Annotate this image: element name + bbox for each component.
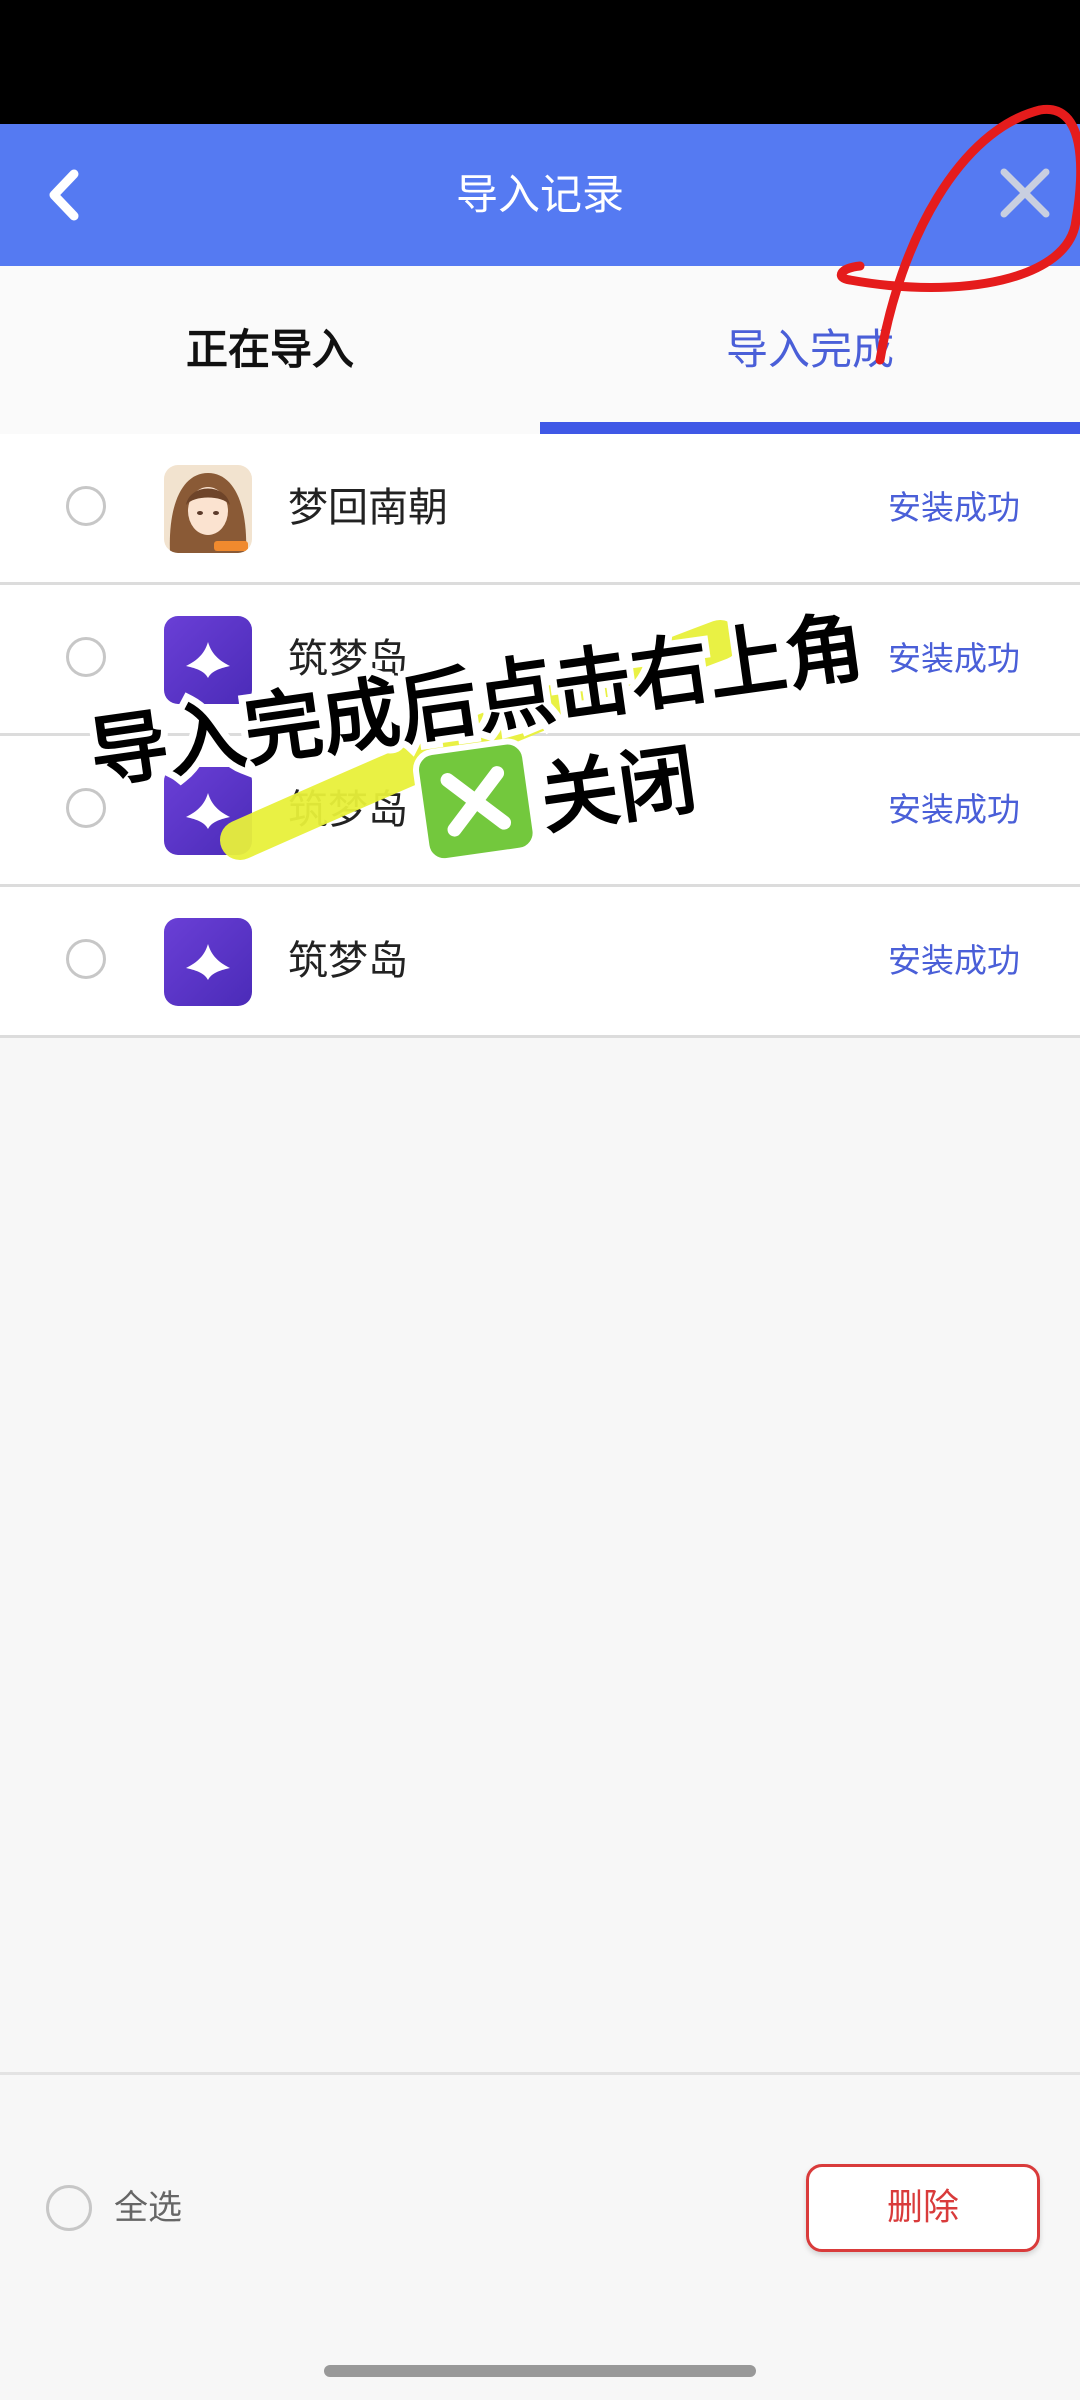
list-item[interactable]: 筑梦岛 安装成功 xyxy=(0,585,1080,736)
footer-divider xyxy=(0,2072,1080,2075)
list-item[interactable]: 筑梦岛 安装成功 xyxy=(0,887,1080,1038)
import-record-list: 梦回南朝 安装成功 筑梦岛 安装成功 筑梦岛 安装成功 筑梦岛 安装成功 xyxy=(0,434,1080,1038)
list-item[interactable]: 筑梦岛 安装成功 xyxy=(0,736,1080,887)
item-checkbox[interactable] xyxy=(66,939,106,979)
game-character-avatar-icon xyxy=(164,465,252,553)
item-checkbox[interactable] xyxy=(66,637,106,677)
select-all-label: 全选 xyxy=(114,2188,182,2228)
close-button[interactable] xyxy=(974,150,1074,240)
page-title: 导入记录 xyxy=(455,170,624,219)
item-checkbox[interactable] xyxy=(66,788,106,828)
header-bar: 导入记录 xyxy=(0,124,1080,266)
back-button[interactable] xyxy=(22,150,112,240)
app-name: 梦回南朝 xyxy=(288,485,448,531)
tab-import-complete[interactable]: 导入完成 xyxy=(540,266,1080,434)
status-bar xyxy=(0,0,1080,124)
list-item[interactable]: 梦回南朝 安装成功 xyxy=(0,434,1080,585)
app-name: 筑梦岛 xyxy=(288,787,408,833)
zhumengdao-app-icon xyxy=(164,616,252,704)
install-status: 安装成功 xyxy=(888,639,1020,678)
tab-importing[interactable]: 正在导入 xyxy=(0,266,540,434)
zhumengdao-app-icon xyxy=(164,918,252,1006)
zhumengdao-app-icon xyxy=(164,767,252,855)
delete-button[interactable]: 删除 xyxy=(806,2164,1040,2252)
select-all-checkbox[interactable] xyxy=(46,2185,92,2231)
app-name: 筑梦岛 xyxy=(288,938,408,984)
install-status: 安装成功 xyxy=(888,941,1020,980)
home-indicator xyxy=(324,2365,756,2377)
tab-bar: 正在导入 导入完成 xyxy=(0,266,1080,434)
active-tab-indicator xyxy=(540,422,1080,434)
item-checkbox[interactable] xyxy=(66,486,106,526)
chevron-left-icon xyxy=(49,169,79,221)
install-status: 安装成功 xyxy=(888,790,1020,829)
close-icon xyxy=(1000,168,1050,218)
install-status: 安装成功 xyxy=(888,488,1020,527)
app-name: 筑梦岛 xyxy=(288,636,408,682)
